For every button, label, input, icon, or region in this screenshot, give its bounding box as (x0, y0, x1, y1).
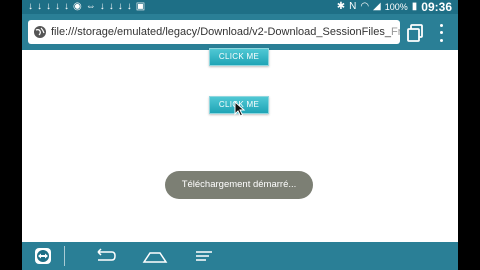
tabs-icon[interactable] (406, 24, 424, 42)
url-faded: Fro (390, 26, 400, 38)
battery-percent: 100% (384, 2, 408, 12)
teamviewer-icon[interactable] (34, 247, 52, 265)
download-icon: ↓ (108, 1, 114, 12)
nav-divider (64, 246, 65, 266)
browser-toolbar: file:///storage/emulated/legacy/Download… (22, 14, 458, 50)
nfc-icon: N (349, 1, 357, 12)
download-icon: ↓ (64, 1, 69, 12)
eye-icon: ◉ (73, 1, 82, 12)
download-icon: ↓ (99, 1, 105, 12)
url-field[interactable]: file:///storage/emulated/legacy/Download… (28, 20, 400, 44)
download-icon: ↓ (28, 1, 33, 12)
battery-icon: ▮ (411, 1, 418, 12)
back-icon[interactable] (92, 246, 118, 266)
download-icon: ↓ (46, 1, 51, 12)
menu-dot (439, 38, 443, 42)
download-icon: ↓ (37, 1, 42, 12)
teamviewer-icon: ⇔ (85, 1, 96, 12)
mouse-cursor-icon (234, 101, 246, 117)
signal-icon: ◢ (373, 1, 381, 12)
notification-icons: ↓ ↓ ↓ ↓ ↓ ◉ ⇔ ↓ ↓ ↓ ↓ ▣ (22, 0, 145, 14)
wifi-icon: ◠ (360, 1, 370, 12)
system-status: ✱ N ◠ ◢ 100% ▮ 09:36 (337, 0, 458, 14)
download-toast: Téléchargement démarré... (165, 171, 313, 199)
navigation-bar (22, 242, 458, 270)
menu-dot (439, 31, 443, 35)
download-icon: ↓ (55, 1, 60, 12)
menu-dot (439, 24, 443, 28)
notification-icon: ▣ (135, 1, 146, 12)
url-text: file:///storage/emulated/legacy/Download… (51, 26, 400, 38)
device-screen: ↓ ↓ ↓ ↓ ↓ ◉ ⇔ ↓ ↓ ↓ ↓ ▣ ✱ N ◠ ◢ 100% ▮ 0… (22, 0, 458, 270)
clock: 09:36 (421, 0, 452, 14)
download-icon: ↓ (126, 1, 132, 12)
status-bar: ↓ ↓ ↓ ↓ ↓ ◉ ⇔ ↓ ↓ ↓ ↓ ▣ ✱ N ◠ ◢ 100% ▮ 0… (22, 0, 458, 14)
download-icon: ↓ (117, 1, 123, 12)
click-me-button-1[interactable]: CLICK ME (209, 48, 269, 66)
globe-icon (34, 26, 46, 38)
overflow-menu-icon[interactable] (436, 22, 446, 44)
url-main: file:///storage/emulated/legacy/Download… (51, 26, 391, 38)
home-icon[interactable] (142, 246, 168, 266)
bluetooth-icon: ✱ (336, 1, 346, 12)
recent-apps-icon[interactable] (193, 246, 215, 266)
